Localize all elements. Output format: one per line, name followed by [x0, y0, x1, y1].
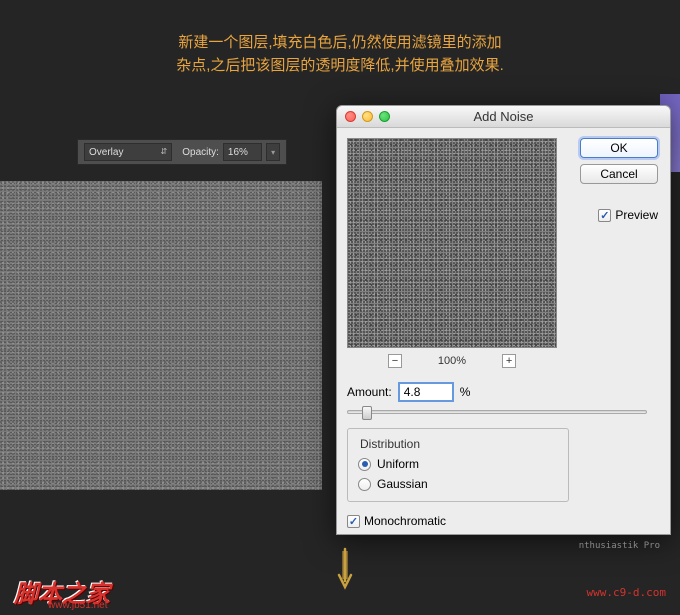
blend-mode-value: Overlay [89, 147, 123, 158]
add-noise-dialog: Add Noise − 100% + OK Cancel ✓ Preview A… [336, 105, 671, 535]
cancel-button[interactable]: Cancel [580, 164, 658, 184]
checkbox-icon[interactable]: ✓ [347, 515, 360, 528]
footer-small-text: nthusiastik Pro [579, 541, 660, 551]
opacity-value[interactable]: 16% [223, 143, 262, 161]
layer-options-bar: Overlay ⇵ Opacity: 16% ▾ [77, 139, 287, 165]
distribution-fieldset: Distribution Uniform Gaussian [347, 428, 569, 502]
instruction-line: 杂点,之后把该图层的透明度降低,并使用叠加效果. [0, 55, 680, 78]
down-arrow-icon [336, 547, 354, 591]
checkbox-icon[interactable]: ✓ [598, 209, 611, 222]
radio-label: Gaussian [377, 477, 428, 491]
zoom-controls: − 100% + [347, 354, 557, 368]
radio-uniform[interactable]: Uniform [358, 457, 558, 471]
instruction-line: 新建一个图层,填充白色后,仍然使用滤镜里的添加 [0, 32, 680, 55]
zoom-in-button[interactable]: + [502, 354, 516, 368]
blend-mode-select[interactable]: Overlay ⇵ [84, 143, 172, 161]
dialog-title: Add Noise [337, 109, 670, 124]
amount-slider[interactable] [347, 410, 647, 414]
radio-label: Uniform [377, 457, 419, 471]
opacity-label: Opacity: [182, 147, 219, 158]
radio-icon[interactable] [358, 478, 371, 491]
watermark-url: www.jb51.net [48, 600, 107, 611]
amount-unit: % [460, 385, 471, 399]
zoom-out-button[interactable]: − [388, 354, 402, 368]
select-arrows-icon: ⇵ [161, 148, 168, 156]
ok-button[interactable]: OK [580, 138, 658, 158]
preview-checkbox-row[interactable]: ✓ Preview [598, 208, 658, 222]
source-url: www.c9-d.com [587, 586, 666, 599]
instruction-text: 新建一个图层,填充白色后,仍然使用滤镜里的添加 杂点,之后把该图层的透明度降低,… [0, 32, 680, 77]
preview-checkbox-label: Preview [615, 208, 658, 222]
distribution-legend: Distribution [356, 437, 424, 451]
monochromatic-label: Monochromatic [364, 514, 446, 528]
amount-input[interactable] [398, 382, 454, 402]
radio-icon[interactable] [358, 458, 371, 471]
zoom-level: 100% [438, 355, 466, 367]
dialog-titlebar[interactable]: Add Noise [337, 106, 670, 128]
canvas-preview [0, 181, 322, 490]
monochromatic-checkbox-row[interactable]: ✓ Monochromatic [347, 514, 660, 528]
amount-label: Amount: [347, 385, 392, 399]
opacity-dropdown-icon[interactable]: ▾ [266, 143, 280, 161]
noise-preview[interactable] [347, 138, 557, 348]
radio-gaussian[interactable]: Gaussian [358, 477, 558, 491]
slider-thumb[interactable] [362, 406, 372, 420]
